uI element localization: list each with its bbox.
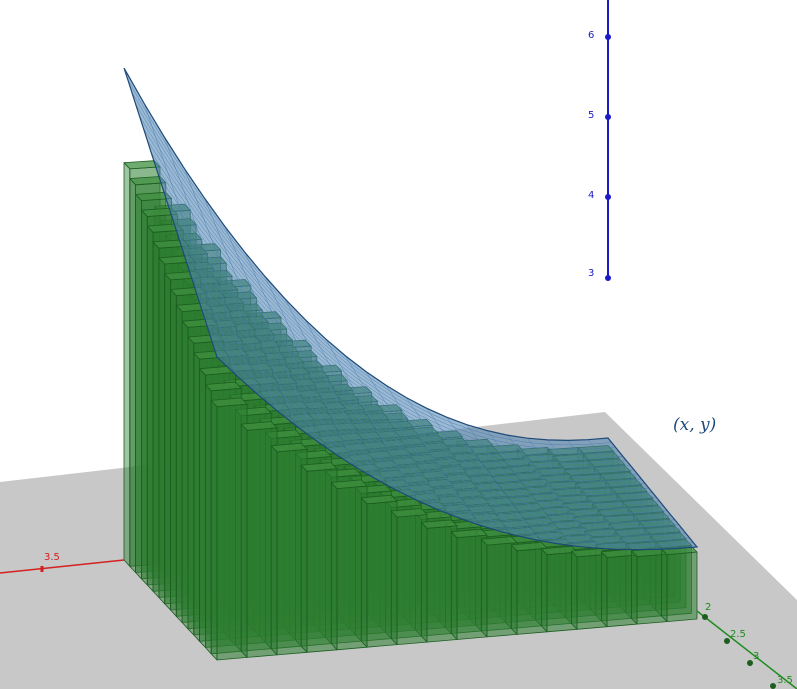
prism-face: [330, 482, 338, 651]
prism-face: [199, 368, 206, 648]
surface-patch: [627, 512, 652, 518]
prism-face: [450, 531, 458, 640]
y-tick: [770, 683, 776, 689]
prism-face: [129, 178, 137, 573]
prism-face: [420, 521, 428, 643]
prism-face: [204, 384, 212, 655]
surface-patch: [571, 444, 596, 450]
prism-face: [240, 423, 248, 658]
surface-patch: [610, 517, 635, 523]
z-tick: [605, 114, 611, 120]
prism-face: [152, 241, 160, 598]
surface-patch: [629, 540, 654, 546]
surface-patch: [614, 522, 639, 528]
surface-patch: [618, 526, 643, 532]
prism-face: [360, 497, 368, 648]
prism-face: [661, 548, 668, 622]
prism-face: [175, 304, 183, 623]
prism-face: [135, 193, 142, 580]
surface-patch: [577, 476, 602, 482]
surface-patch: [593, 471, 618, 477]
z-axis: 3 4 5 6: [588, 0, 611, 281]
surface-patch: [615, 498, 640, 505]
y-tick-label: 2.5: [730, 629, 746, 640]
surface-label: (x, y): [673, 415, 716, 435]
surface-patch: [584, 485, 609, 491]
prism-face: [187, 336, 195, 636]
z-tick-label: 5: [588, 110, 594, 121]
z-tick: [605, 194, 611, 200]
prism-face: [541, 548, 548, 633]
z-tick-label: 6: [588, 30, 594, 41]
prism-face: [601, 551, 608, 628]
surface-patch: [592, 494, 617, 500]
surface-patch: [565, 462, 591, 468]
prism-face: [510, 544, 518, 635]
prism-face: [571, 550, 578, 630]
z-tick: [605, 275, 611, 281]
surface-patch: [580, 480, 606, 486]
surface-patch: [604, 484, 629, 491]
prism-face: [666, 551, 698, 622]
prism-face: [123, 162, 131, 567]
surface-patch: [621, 531, 646, 537]
prism-face: [193, 352, 201, 642]
prism-face: [210, 399, 218, 661]
prism-face: [140, 209, 148, 586]
z-tick-label: 4: [588, 190, 594, 201]
z-tick-label: 3: [588, 268, 594, 279]
z-tick: [605, 34, 611, 40]
prism-face: [158, 257, 166, 605]
prism-face: [170, 289, 177, 617]
y-tick: [702, 614, 708, 620]
3d-graphics-view[interactable]: 3.5 3 4 5 6 2 2.5 3 3.5 (x, y): [0, 0, 797, 689]
y-tick-label: 3.5: [777, 675, 793, 686]
surface-patch: [607, 512, 632, 518]
surface-patch: [625, 535, 650, 541]
x-tick-label: 3.5: [44, 552, 60, 563]
surface-patch: [569, 467, 594, 473]
surface-patch: [582, 457, 607, 464]
surface-patch: [595, 499, 620, 505]
prism-face: [300, 464, 308, 653]
y-tick-label: 3: [753, 651, 759, 662]
surface-patch: [599, 503, 624, 509]
surface-patch: [588, 490, 613, 496]
surface-patch: [574, 448, 600, 455]
surface-patch: [603, 508, 628, 514]
prism-face: [164, 273, 171, 611]
prism-face: [146, 225, 154, 592]
y-tick-label: 2: [705, 602, 711, 613]
prism-face: [181, 320, 189, 630]
prism-face: [270, 445, 278, 656]
prism-face: [480, 538, 488, 638]
surface-patch: [573, 471, 598, 477]
prism-face: [631, 550, 638, 625]
prism-face: [390, 510, 398, 645]
